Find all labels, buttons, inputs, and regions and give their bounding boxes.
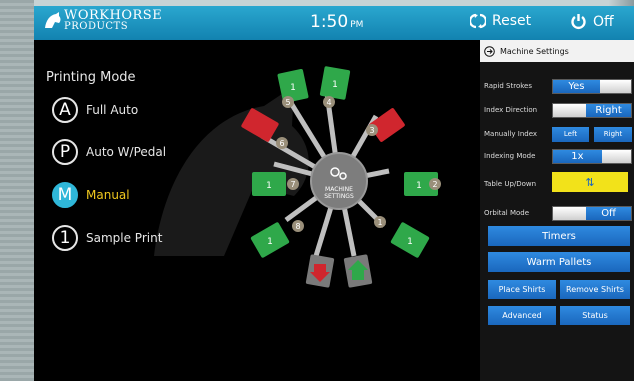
manually-index-row: Manually Index Left Right xyxy=(484,126,632,142)
touchscreen: WORKHORSE PRODUCTS 1:50 PM Reset Off Pri… xyxy=(34,6,634,381)
rapid-strokes-row: Rapid Strokes Yes xyxy=(484,78,632,94)
printing-mode-title: Printing Mode xyxy=(46,70,136,85)
orbital-mode-row: Orbital Mode Off xyxy=(484,205,632,221)
mode-full-auto[interactable]: A Full Auto xyxy=(52,97,138,123)
indexing-mode-row: Indexing Mode 1x xyxy=(484,148,632,164)
mode-manual[interactable]: M Manual xyxy=(52,182,130,208)
top-bar: WORKHORSE PRODUCTS 1:50 PM Reset Off xyxy=(34,6,634,40)
pallet-station-5[interactable]: 5 1 xyxy=(277,68,309,108)
toggle-value: 1x xyxy=(553,149,602,163)
indexing-mode-label: Indexing Mode xyxy=(484,152,536,160)
toggle-value: Yes xyxy=(553,79,600,93)
pallet-station-4[interactable]: 4 1 xyxy=(319,66,351,108)
rapid-strokes-label: Rapid Strokes xyxy=(484,82,533,90)
station-number: 2 xyxy=(432,180,437,189)
logo-line1: WORKHORSE xyxy=(64,8,163,23)
mode-symbol: 1 xyxy=(52,225,78,251)
pallet-count: 1 xyxy=(407,237,413,247)
table-updown-label: Table Up/Down xyxy=(484,180,537,188)
power-icon xyxy=(571,14,586,29)
mode-label: Full Auto xyxy=(86,103,139,117)
off-label: Off xyxy=(593,13,614,30)
mode-symbol: M xyxy=(52,182,78,208)
pallet-count: 1 xyxy=(266,181,272,191)
hub-line2: SETTINGS xyxy=(324,193,354,200)
machine-settings-hub[interactable]: MACHINE SETTINGS xyxy=(310,152,368,210)
pallet-count: 1 xyxy=(290,83,296,93)
toggle-value: Off xyxy=(586,206,631,220)
pallet-station-2[interactable]: 2 1 xyxy=(404,172,441,196)
arrow-right-circle-icon xyxy=(484,45,495,57)
hub-line1: MACHINE xyxy=(325,186,353,193)
clock-ampm: PM xyxy=(350,20,364,30)
station-number: 4 xyxy=(326,98,331,107)
index-direction-row: Index Direction Right xyxy=(484,102,632,118)
status-button[interactable]: Status xyxy=(560,306,630,325)
pallet-count: 1 xyxy=(332,80,338,90)
station-number: 3 xyxy=(369,126,374,135)
table-updown-button[interactable]: ⇅ xyxy=(552,172,628,192)
pallet-station-1[interactable]: 1 1 xyxy=(374,216,430,258)
place-shirts-button[interactable]: Place Shirts xyxy=(488,280,556,299)
workhorse-logo: WORKHORSE PRODUCTS xyxy=(42,8,163,32)
warm-pallets-button[interactable]: Warm Pallets xyxy=(488,252,630,272)
orbital-mode-toggle[interactable]: Off xyxy=(552,205,632,221)
station-number: 6 xyxy=(279,139,284,148)
station-number: 7 xyxy=(290,180,295,189)
bezel-edge xyxy=(0,0,34,381)
horse-logo-icon xyxy=(45,12,61,28)
pallet-station-8[interactable]: 8 1 xyxy=(250,220,304,258)
pallet-station-6[interactable]: 6 xyxy=(241,107,288,149)
timers-button[interactable]: Timers xyxy=(488,226,630,246)
reset-icon xyxy=(470,13,486,29)
toggle-value: Right xyxy=(586,103,631,117)
panel-title: Machine Settings xyxy=(500,46,569,56)
pallet-station-7[interactable]: 7 1 xyxy=(252,172,299,196)
mode-label: Manual xyxy=(86,188,130,202)
mode-symbol: P xyxy=(52,139,78,165)
mode-symbol: A xyxy=(52,97,78,123)
orbital-mode-label: Orbital Mode xyxy=(484,209,530,217)
clock-time: 1:50 xyxy=(310,12,349,32)
pallet-count: 1 xyxy=(416,181,422,191)
machine-settings-panel: Machine Settings Rapid Strokes Yes Index… xyxy=(480,40,634,381)
logo-text: WORKHORSE PRODUCTS xyxy=(64,8,163,32)
toggle-knob xyxy=(599,79,631,93)
panel-header[interactable]: Machine Settings xyxy=(480,40,634,62)
mode-label: Auto W/Pedal xyxy=(86,145,167,159)
mode-label: Sample Print xyxy=(86,231,163,245)
updown-arrows-icon: ⇅ xyxy=(585,175,595,189)
mode-auto-pedal[interactable]: P Auto W/Pedal xyxy=(52,139,166,165)
pallet-station-3[interactable]: 3 xyxy=(366,107,406,142)
load-station[interactable] xyxy=(343,254,373,288)
manually-index-label: Manually Index xyxy=(484,130,538,138)
index-direction-toggle[interactable]: Right xyxy=(552,102,632,118)
unload-station[interactable] xyxy=(305,254,335,288)
reset-label: Reset xyxy=(492,13,532,29)
clock: 1:50 PM xyxy=(310,12,363,32)
station-number: 5 xyxy=(285,98,290,107)
pallet-count: 1 xyxy=(267,237,273,247)
toggle-knob xyxy=(553,206,587,220)
advanced-button[interactable]: Advanced xyxy=(488,306,556,325)
remove-shirts-button[interactable]: Remove Shirts xyxy=(560,280,630,299)
mode-sample-print[interactable]: 1 Sample Print xyxy=(52,225,162,251)
station-number: 8 xyxy=(295,222,300,231)
indexing-mode-toggle[interactable]: 1x xyxy=(552,148,632,164)
carousel-wheel: 5 1 4 1 3 6 7 1 2 1 8 1 1 1 MACHINE SETT… xyxy=(241,66,441,288)
index-left-button[interactable]: Left xyxy=(552,126,589,142)
power-off-button[interactable]: Off xyxy=(570,13,614,30)
rapid-strokes-toggle[interactable]: Yes xyxy=(552,78,632,94)
toggle-knob xyxy=(601,149,631,163)
index-direction-label: Index Direction xyxy=(484,106,538,114)
toggle-knob xyxy=(553,103,587,117)
station-number: 1 xyxy=(377,218,382,227)
index-right-button[interactable]: Right xyxy=(594,126,632,142)
reset-button[interactable]: Reset xyxy=(470,13,531,29)
